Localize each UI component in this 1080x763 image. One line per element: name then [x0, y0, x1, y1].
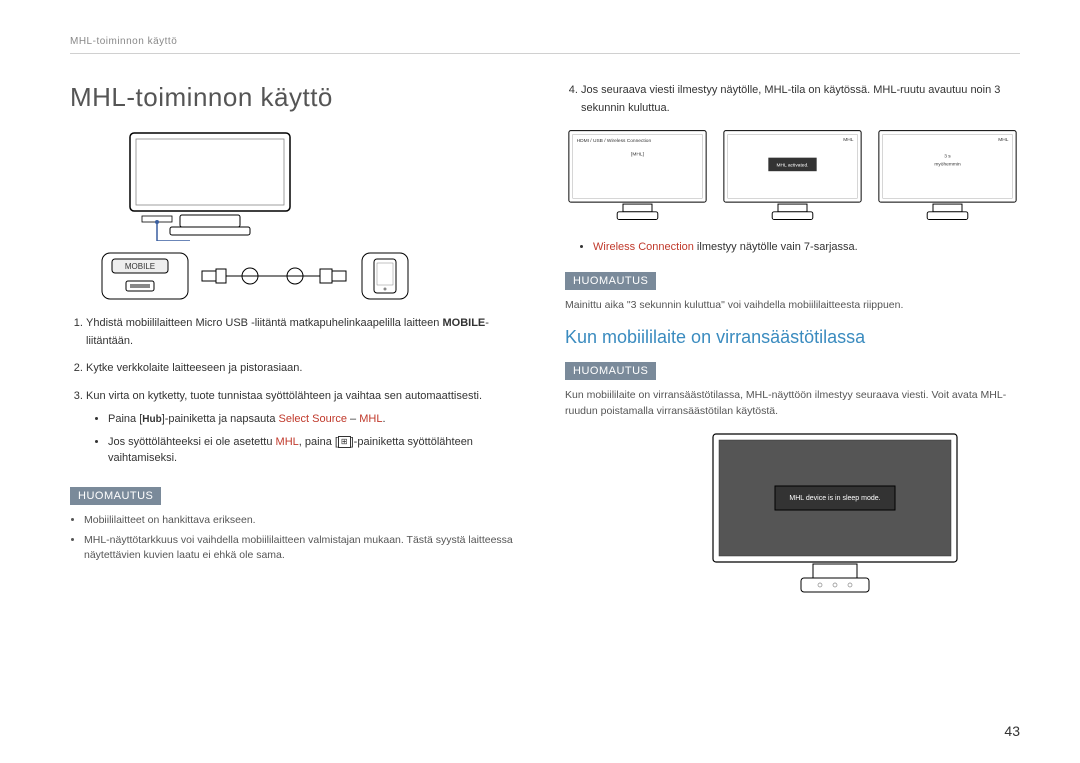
page-title: MHL-toiminnon käyttö	[70, 82, 525, 113]
right-note-1: Mainittu aika "3 sekunnin kuluttua" voi …	[565, 298, 1020, 314]
subsection-title: Kun mobiililaite on virransäästötilassa	[565, 327, 1020, 348]
step-3-bullet-1: Paina [Hub]-painiketta ja napsauta Selec…	[108, 411, 525, 428]
steps-list-right: Jos seuraava viesti ilmestyy näytölle, M…	[565, 82, 1020, 117]
step-3-bullet-2: Jos syöttölähteeksi ei ole asetettu MHL,…	[108, 434, 525, 467]
monitor-state-1: HDMI / USB / Wireless Connection [MHL]	[565, 127, 710, 227]
step-2: Kytke verkkolaite laitteeseen ja pistora…	[86, 360, 525, 378]
svg-text:[MHL]: [MHL]	[631, 152, 644, 158]
right-note-2: Kun mobiililaite on virransäästötilassa,…	[565, 388, 1020, 420]
wireless-note-list: Wireless Connection ilmestyy näytölle va…	[565, 239, 1020, 256]
cable-illustration: MOBILE	[100, 251, 525, 301]
svg-text:MHL: MHL	[998, 137, 1009, 143]
left-notes: Mobiililaitteet on hankittava erikseen. …	[70, 513, 525, 564]
svg-text:MHL activated.: MHL activated.	[776, 163, 808, 169]
svg-text:MHL device is in sleep mode.: MHL device is in sleep mode.	[789, 495, 880, 502]
step-4: Jos seuraava viesti ilmestyy näytölle, M…	[581, 82, 1020, 117]
left-column: MHL-toiminnon käyttö MOBILE	[70, 82, 525, 605]
monitor-state-3: MHL 3 s myöhemmin	[875, 127, 1020, 227]
page-number: 43	[1004, 723, 1020, 739]
svg-text:HDMI / USB / Wireless Connecti: HDMI / USB / Wireless Connection	[577, 138, 652, 144]
left-note-2: MHL-näyttötarkkuus voi vaihdella mobiili…	[84, 533, 525, 565]
svg-text:MHL: MHL	[843, 137, 854, 143]
steps-list: Yhdistä mobiililaitteen Micro USB -liitä…	[70, 315, 525, 467]
note-badge-r2: HUOMAUTUS	[565, 362, 656, 380]
left-note-1: Mobiililaitteet on hankittava erikseen.	[84, 513, 525, 529]
monitor-states-row: HDMI / USB / Wireless Connection [MHL] M…	[565, 127, 1020, 227]
note-badge-r1: HUOMAUTUS	[565, 272, 656, 290]
header-divider	[70, 53, 1020, 54]
step-3: Kun virta on kytketty, tuote tunnistaa s…	[86, 388, 525, 467]
monitor-state-2: MHL MHL activated.	[720, 127, 865, 227]
monitor-sleep-illustration: MHL device is in sleep mode.	[705, 430, 965, 605]
note-badge-left: HUOMAUTUS	[70, 487, 161, 505]
monitor-illustration	[100, 131, 320, 241]
wireless-note: Wireless Connection ilmestyy näytölle va…	[593, 239, 1020, 256]
source-icon: ⊞	[338, 436, 351, 448]
svg-text:3 s: 3 s	[944, 154, 951, 160]
step-1: Yhdistä mobiililaitteen Micro USB -liitä…	[86, 315, 525, 350]
right-column: Jos seuraava viesti ilmestyy näytölle, M…	[565, 82, 1020, 605]
mobile-port-label: MOBILE	[125, 262, 155, 271]
svg-text:myöhemmin: myöhemmin	[934, 162, 961, 168]
breadcrumb: MHL-toiminnon käyttö	[70, 36, 1020, 47]
